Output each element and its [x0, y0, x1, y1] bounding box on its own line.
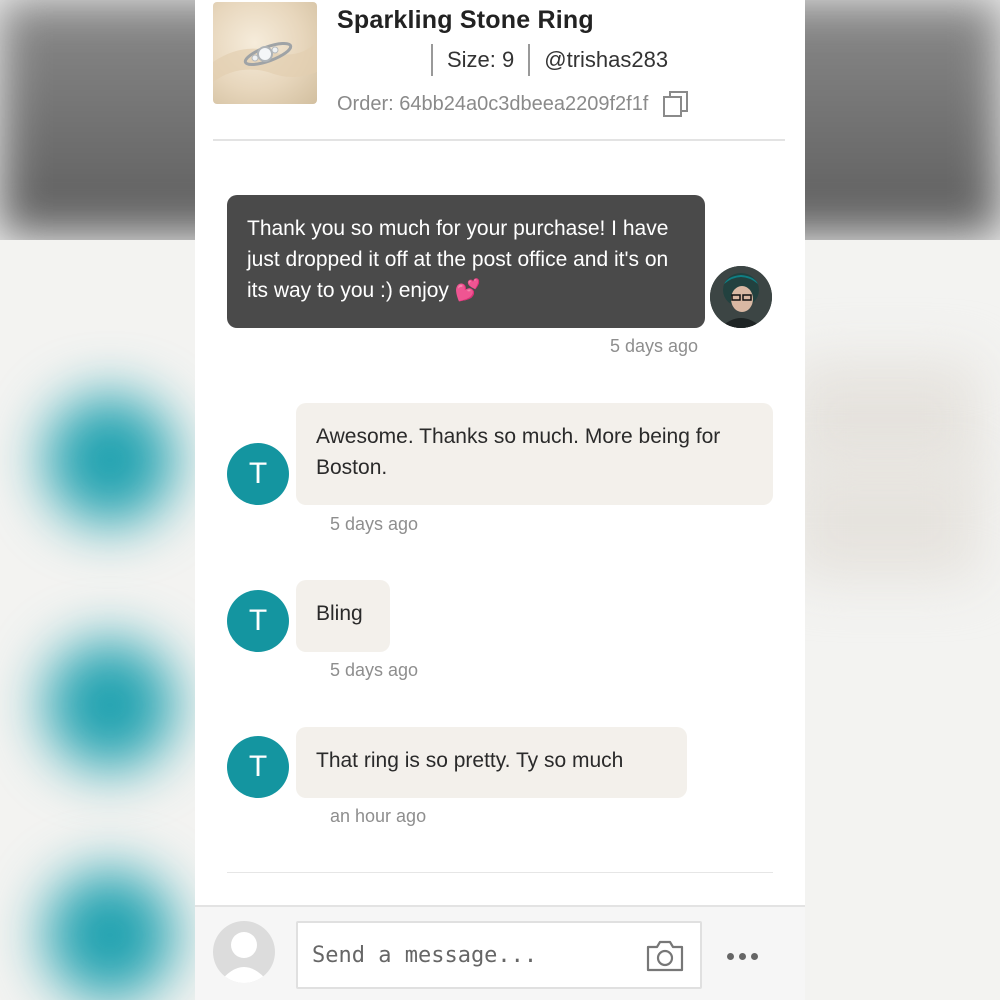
buyer-message-bubble: Bling — [296, 580, 390, 652]
buyer-avatar[interactable]: T — [227, 736, 289, 798]
user-avatar-placeholder[interactable] — [213, 921, 275, 983]
order-id: Order: 64bb24a0c3dbeea2209f2f1f — [337, 92, 649, 115]
header-divider — [213, 139, 785, 141]
seller-username[interactable]: @trishas283 — [530, 47, 668, 73]
copy-icon[interactable] — [662, 90, 690, 118]
buyer-message-bubble: That ring is so pretty. Ty so much — [296, 727, 687, 798]
buyer-avatar[interactable]: T — [227, 590, 289, 652]
camera-icon[interactable] — [645, 939, 685, 973]
message-composer — [195, 905, 805, 1000]
message-timestamp: an hour ago — [330, 806, 427, 826]
avatar-initial: T — [248, 750, 268, 783]
message-timestamp: 5 days ago — [330, 514, 419, 534]
product-thumbnail[interactable] — [213, 2, 317, 104]
conversation-end-divider — [227, 872, 773, 873]
conversation-panel: Sparkling Stone Ring Size: 9 @trishas283… — [195, 0, 805, 1000]
seller-message-bubble: Thank you so much for your purchase! I h… — [227, 195, 705, 328]
avatar-initial: T — [248, 457, 268, 490]
seller-avatar[interactable] — [710, 266, 772, 328]
order-id-row: Order: 64bb24a0c3dbeea2209f2f1f — [337, 90, 690, 118]
avatar-initial: T — [248, 604, 268, 637]
buyer-avatar[interactable]: T — [227, 443, 289, 505]
message-text: Bling — [316, 602, 363, 625]
message-text: Thank you so much for your purchase! I h… — [247, 217, 669, 302]
message-text: That ring is so pretty. Ty so much — [316, 749, 624, 772]
message-input[interactable] — [296, 921, 702, 989]
message-timestamp: 5 days ago — [610, 336, 699, 356]
order-header: Sparkling Stone Ring Size: 9 @trishas283… — [195, 0, 805, 141]
product-title[interactable]: Sparkling Stone Ring — [337, 6, 594, 35]
message-text: Awesome. Thanks so much. More being for … — [316, 425, 721, 479]
buyer-message-bubble: Awesome. Thanks so much. More being for … — [296, 403, 773, 505]
more-options-icon[interactable] — [727, 953, 758, 960]
message-timestamp: 5 days ago — [330, 660, 419, 680]
ring-size: Size: 9 — [447, 47, 515, 72]
order-meta-row: Size: 9 @trishas283 — [431, 44, 668, 76]
